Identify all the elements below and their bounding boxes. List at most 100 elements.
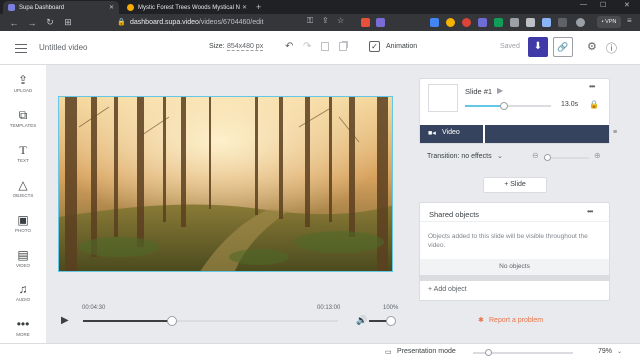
hamburger-menu-icon[interactable] xyxy=(15,44,27,53)
browser-toolbar: ← → ↻ ⊞ 🔒 dashboard.supa.video/videos/67… xyxy=(0,14,640,31)
maximize-icon[interactable]: ☐ xyxy=(600,1,606,9)
extension-icon[interactable] xyxy=(376,18,385,27)
sidebar-item-templates[interactable]: ⧉ TEMPLATES xyxy=(0,108,46,128)
text-icon: T xyxy=(19,143,27,157)
close-tab-icon[interactable]: ✕ xyxy=(242,4,247,11)
bookmarks-icon[interactable]: ⊞ xyxy=(62,17,74,28)
bottom-bar: ▭ Presentation mode 79% ⌄ xyxy=(0,343,640,360)
undo-icon[interactable]: ↶ xyxy=(285,41,293,52)
extension-icon[interactable] xyxy=(558,18,567,27)
shared-list-scrollbar[interactable] xyxy=(420,275,609,281)
sidebar-item-label: MORE xyxy=(16,332,30,337)
sidebar-item-upload[interactable]: ⇪ UPLOAD xyxy=(0,73,46,93)
extension-icon[interactable] xyxy=(478,18,487,27)
duplicate-icon[interactable] xyxy=(339,42,347,51)
reload-icon[interactable]: ↻ xyxy=(44,17,56,28)
canvas-zoom-knob[interactable] xyxy=(485,349,492,356)
add-object-button[interactable]: + Add object xyxy=(428,286,467,293)
shared-objects-title: Shared objects xyxy=(429,210,480,219)
shared-more-options-icon[interactable]: ••• xyxy=(587,207,593,216)
sidebar-item-video[interactable]: ▤ VIDEO xyxy=(0,248,46,268)
new-tab-button[interactable]: + xyxy=(256,2,261,12)
app-header: Untitled video Size: 854x480 px ↶ ↷ ✓ An… xyxy=(0,31,640,65)
zoom-chevron-down-icon[interactable]: ⌄ xyxy=(617,348,622,355)
bookmark-star-icon[interactable]: ☆ xyxy=(337,16,344,25)
vpn-button[interactable]: • VPN xyxy=(597,16,621,28)
transition-dropdown[interactable]: Transition: no effects xyxy=(427,153,492,160)
sidebar-item-more[interactable]: ••• MORE xyxy=(0,317,46,337)
settings-gear-icon[interactable]: ⚙ xyxy=(587,40,597,53)
sidebar-item-photo[interactable]: ▣ PHOTO xyxy=(0,213,46,233)
seek-bar-knob[interactable] xyxy=(167,316,178,326)
minimize-icon[interactable]: — xyxy=(580,1,587,8)
add-slide-button[interactable]: + Slide xyxy=(483,177,547,193)
extension-icon[interactable] xyxy=(430,18,439,27)
animation-label: Animation xyxy=(386,43,418,50)
volume-slider[interactable] xyxy=(369,316,396,326)
help-icon[interactable]: ⓘ xyxy=(606,40,617,56)
zoom-slider-knob[interactable] xyxy=(544,154,551,161)
address-bar[interactable]: 🔒 dashboard.supa.video/videos/6704460/ed… xyxy=(110,16,300,29)
play-slide-icon[interactable]: ▶ xyxy=(497,86,503,95)
copy-icon[interactable] xyxy=(321,42,329,51)
close-tab-icon[interactable]: ✕ xyxy=(109,4,114,11)
back-icon[interactable]: ← xyxy=(8,18,20,28)
key-icon[interactable]: ⚿ xyxy=(307,16,313,26)
size-value[interactable]: 854x480 px xyxy=(227,43,264,51)
slide-name[interactable]: Slide #1 xyxy=(465,87,492,96)
extension-icon[interactable] xyxy=(446,18,455,27)
duration-slider-knob[interactable] xyxy=(499,102,508,110)
slide-thumbnail[interactable] xyxy=(428,84,458,112)
sidebar-item-objects[interactable]: △ OBJECTS xyxy=(0,178,46,198)
sidebar-item-audio[interactable]: ♫ AUDIO xyxy=(0,282,46,302)
animation-checkbox[interactable]: ✓ xyxy=(369,41,380,52)
shared-objects-description: Objects added to this slide will be visi… xyxy=(428,233,588,249)
tab-supa-dashboard[interactable]: Supa Dashboard ✕ xyxy=(3,1,119,14)
play-icon[interactable]: ▶ xyxy=(61,315,69,326)
close-window-icon[interactable]: ✕ xyxy=(624,1,630,9)
slide-more-options-icon[interactable]: ••• xyxy=(589,82,595,91)
extension-icon[interactable] xyxy=(462,18,471,27)
duration-slider[interactable] xyxy=(465,102,551,110)
layer-menu-icon[interactable]: ≡ xyxy=(613,129,617,136)
profile-avatar[interactable] xyxy=(576,18,585,27)
tab-mystic-forest[interactable]: Mystic Forest Trees Woods Mystical N ✕ xyxy=(122,1,252,14)
link-button[interactable]: 🔗 xyxy=(553,37,573,57)
presentation-mode-button[interactable]: Presentation mode xyxy=(397,348,456,355)
zoom-level[interactable]: 79% xyxy=(598,348,612,355)
redo-icon[interactable]: ↷ xyxy=(303,41,311,52)
brave-shield-icon[interactable] xyxy=(361,18,370,27)
seek-bar-fill xyxy=(83,320,173,322)
extension-icon[interactable] xyxy=(542,18,551,27)
more-icon: ••• xyxy=(16,317,30,331)
slide-card[interactable]: Slide #1 ▶ ••• 13.0s 🔒 ■◂ Video ≡ xyxy=(419,78,617,144)
upload-icon: ⇪ xyxy=(17,73,29,87)
total-time: 00:13:00 xyxy=(317,305,341,311)
extension-icon[interactable] xyxy=(494,18,503,27)
video-layer-bar[interactable]: ■◂ Video xyxy=(420,125,609,143)
volume-percent: 100% xyxy=(383,305,399,311)
chevron-down-icon[interactable]: ⌄ xyxy=(497,152,503,160)
saved-status: Saved xyxy=(500,43,520,50)
timeline-zoom-slider[interactable] xyxy=(544,154,589,161)
report-problem-link[interactable]: Report a problem xyxy=(489,317,543,324)
share-icon[interactable]: ⇪ xyxy=(322,16,329,25)
video-title[interactable]: Untitled video xyxy=(39,43,87,52)
volume-slider-knob[interactable] xyxy=(386,316,396,326)
sidebar-item-text[interactable]: T TEXT xyxy=(0,143,46,163)
layer-playhead[interactable] xyxy=(483,125,485,143)
lock-duration-icon[interactable]: 🔒 xyxy=(589,100,599,109)
canvas-zoom-slider[interactable] xyxy=(473,349,573,356)
seek-bar[interactable] xyxy=(83,316,338,326)
current-time: 00:04:30 xyxy=(82,305,106,311)
menu-dots-icon[interactable]: ≡ xyxy=(627,16,632,25)
extension-icon[interactable] xyxy=(510,18,519,27)
download-button[interactable]: ⬇ xyxy=(528,37,548,57)
volume-icon[interactable]: 🔊 xyxy=(356,315,367,326)
forward-icon[interactable]: → xyxy=(26,18,38,28)
slide-canvas[interactable] xyxy=(58,96,393,272)
zoom-out-icon[interactable]: ⊖ xyxy=(532,151,539,160)
puzzle-icon[interactable] xyxy=(526,18,535,27)
shared-objects-card: Shared objects ••• Objects added to this… xyxy=(419,202,610,301)
zoom-in-icon[interactable]: ⊕ xyxy=(594,151,601,160)
